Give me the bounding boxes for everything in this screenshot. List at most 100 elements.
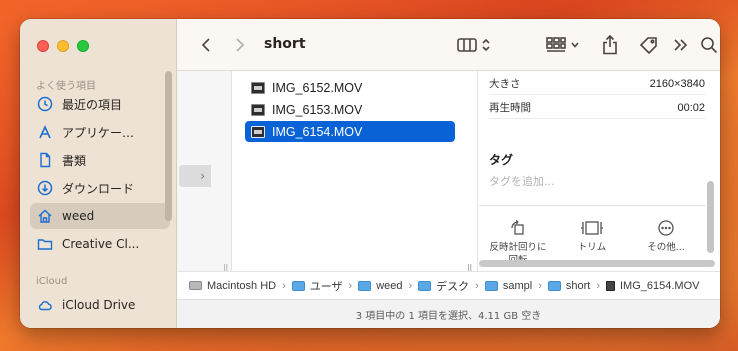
tag-icon (639, 37, 657, 54)
sidebar-section-icloud: iCloud (36, 276, 68, 287)
movie-file-icon (251, 81, 265, 94)
zoom-window-button[interactable] (77, 40, 89, 52)
files-column: IMG_6152.MOV IMG_6153.MOV IMG_6154.MOV ‖… (223, 71, 478, 280)
movie-file-icon (251, 125, 265, 138)
sidebar-item-label: Creative Cl... (62, 237, 140, 251)
file-name: IMG_6154.MOV (272, 124, 363, 139)
column-browser: › IMG_6152.MOV IMG_6153.MOV IMG_6154.MOV… (177, 71, 720, 280)
path-separator: › (348, 279, 353, 292)
rotate-icon (511, 219, 524, 235)
share-icon (603, 35, 617, 55)
preview-scrollbar[interactable] (707, 181, 714, 253)
path-separator: › (475, 279, 479, 292)
divider (479, 205, 705, 206)
sidebar-item-label: 書類 (62, 153, 87, 168)
path-segment[interactable]: weed (358, 280, 403, 292)
file-item[interactable]: IMG_6153.MOV (245, 99, 455, 120)
sidebar-item-icloud-drive[interactable]: iCloud Drive (30, 292, 170, 318)
trim-icon (581, 221, 603, 235)
window-title: short (264, 36, 306, 52)
tags-heading: タグ (489, 153, 514, 167)
path-segment[interactable]: sampl (484, 280, 532, 292)
share-button[interactable] (599, 33, 621, 57)
path-bar: Macintosh HD › ユーザ › weed › デスク › sampl … (177, 271, 720, 299)
folder-icon (418, 280, 432, 291)
horizontal-scrollbar[interactable] (479, 260, 715, 267)
sidebar-item-documents[interactable]: 書類 (30, 147, 170, 173)
folder-icon (547, 280, 561, 291)
sidebar-item-label: アプリケー… (62, 125, 135, 140)
more-toolbar-button[interactable] (671, 33, 689, 57)
sidebar-item-creative-cloud[interactable]: Creative Cl... (30, 231, 170, 257)
folder-icon (484, 280, 498, 291)
status-text: 3 項目中の 1 項目を選択、4.11 GB 空き (355, 310, 542, 322)
path-segment[interactable]: ユーザ (291, 278, 343, 294)
column-chevron[interactable]: › (179, 165, 211, 187)
sidebar-item-label: weed (62, 209, 95, 223)
sidebar-item-label: ダウンロード (62, 181, 135, 196)
trim-button[interactable]: トリム (557, 219, 627, 254)
folder-icon (36, 235, 54, 253)
path-segment[interactable]: short (547, 280, 590, 292)
download-icon (36, 179, 54, 197)
updown-chevron-icon (482, 38, 490, 52)
path-segment[interactable]: デスク (418, 278, 469, 294)
action-label: 反時計回りに (489, 242, 547, 253)
view-columns-button[interactable] (453, 33, 495, 57)
sidebar-scrollbar[interactable] (165, 71, 172, 221)
movie-file-icon (606, 280, 615, 291)
tag-button[interactable] (637, 33, 661, 57)
document-icon (36, 151, 54, 169)
sidebar-item-home[interactable]: weed (30, 203, 170, 229)
file-name: IMG_6152.MOV (272, 80, 363, 95)
parent-column: › (177, 71, 232, 280)
info-row-duration: 再生時間 00:02 (489, 97, 705, 119)
grid-icon (546, 37, 566, 52)
close-window-button[interactable] (37, 40, 49, 52)
cloud-icon (36, 296, 54, 314)
clock-icon (36, 95, 54, 113)
status-bar: 3 項目中の 1 項目を選択、4.11 GB 空き (177, 299, 720, 328)
sidebar-item-recents[interactable]: 最近の項目 (30, 91, 170, 117)
sidebar: よく使う項目 最近の項目 アプリケー… 書類 ダウンロード weed Creat… (20, 19, 177, 328)
chevron-right-icon (236, 38, 245, 52)
finder-window: よく使う項目 最近の項目 アプリケー… 書類 ダウンロード weed Creat… (20, 19, 720, 328)
file-item[interactable]: IMG_6152.MOV (245, 77, 455, 98)
forward-button[interactable] (229, 33, 251, 57)
sidebar-item-downloads[interactable]: ダウンロード (30, 175, 170, 201)
home-folder-icon (358, 280, 372, 291)
home-icon (36, 207, 54, 225)
columns-icon (457, 38, 477, 52)
back-button[interactable] (195, 33, 217, 57)
toolbar: short (177, 19, 720, 71)
sidebar-item-applications[interactable]: アプリケー… (30, 119, 170, 145)
path-separator: › (282, 279, 286, 292)
path-segment[interactable]: Macintosh HD (189, 280, 276, 292)
file-name: IMG_6153.MOV (272, 102, 363, 117)
file-item-selected[interactable]: IMG_6154.MOV (245, 121, 455, 142)
path-separator: › (596, 279, 600, 292)
hard-drive-icon (189, 281, 202, 290)
more-icon (658, 220, 674, 236)
path-separator: › (538, 279, 542, 292)
add-tag-field[interactable]: タグを追加... (489, 173, 555, 189)
search-icon (701, 37, 718, 54)
chevron-down-icon (571, 42, 579, 48)
group-button[interactable] (543, 33, 583, 57)
minimize-window-button[interactable] (57, 40, 69, 52)
more-actions-button[interactable]: その他... (631, 219, 701, 254)
sidebar-section-favorites: よく使う項目 (36, 81, 96, 92)
info-label: 再生時間 (489, 102, 531, 114)
path-segment[interactable]: IMG_6154.MOV (606, 280, 699, 292)
info-row-dimensions: 大きさ 2160×3840 (489, 73, 705, 95)
movie-file-icon (251, 103, 265, 116)
search-button[interactable] (699, 33, 719, 57)
apps-icon (36, 123, 54, 141)
preview-column: 大きさ 2160×3840 再生時間 00:02 タグ タグを追加... 反時計… (467, 71, 720, 280)
sidebar-item-label: iCloud Drive (62, 298, 136, 312)
action-label: トリム (577, 242, 607, 253)
path-separator: › (408, 279, 413, 292)
chevron-left-icon (201, 38, 210, 52)
info-value: 2160×3840 (649, 77, 705, 90)
sidebar-item-label: 最近の項目 (62, 97, 123, 112)
